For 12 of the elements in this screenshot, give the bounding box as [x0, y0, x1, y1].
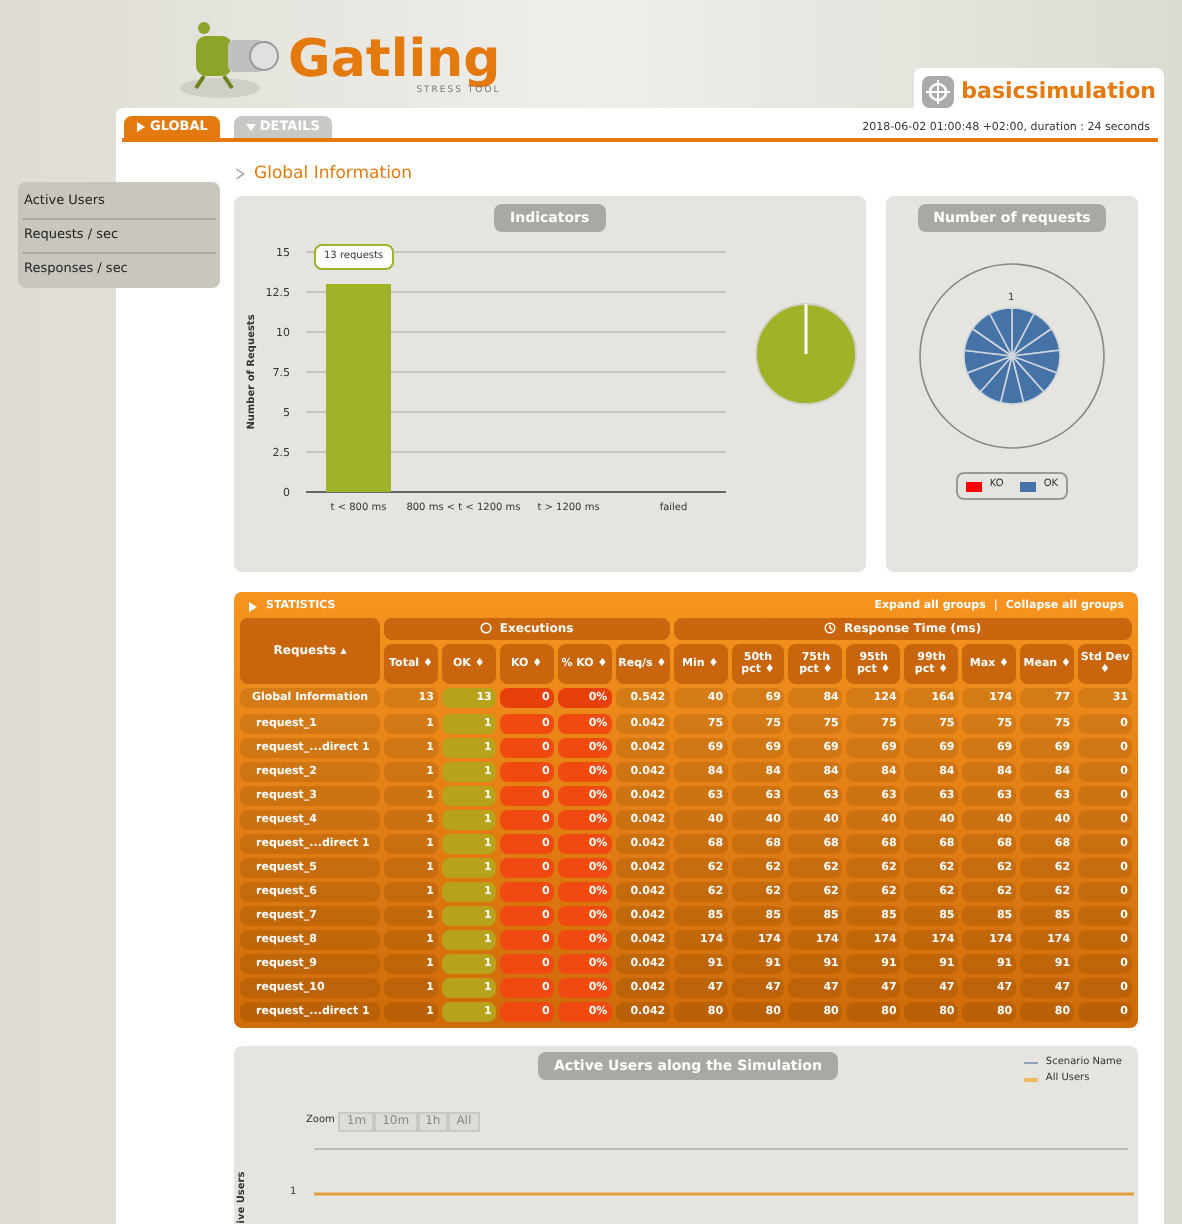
logo-wordmark: Gatling: [288, 34, 501, 87]
simulation-name: basicsimulation: [961, 76, 1156, 108]
chevron-icon: [234, 168, 246, 181]
play-icon: [136, 122, 146, 132]
section-title: Global Information: [254, 162, 413, 188]
pie-chart-drawing: [754, 301, 858, 406]
target-icon: [921, 76, 954, 109]
caret-icon: [245, 122, 256, 132]
gatling-gun-icon: [176, 16, 280, 100]
play-icon: [248, 601, 258, 612]
clock-icon: [824, 622, 837, 635]
cycle-icon: [479, 622, 492, 635]
